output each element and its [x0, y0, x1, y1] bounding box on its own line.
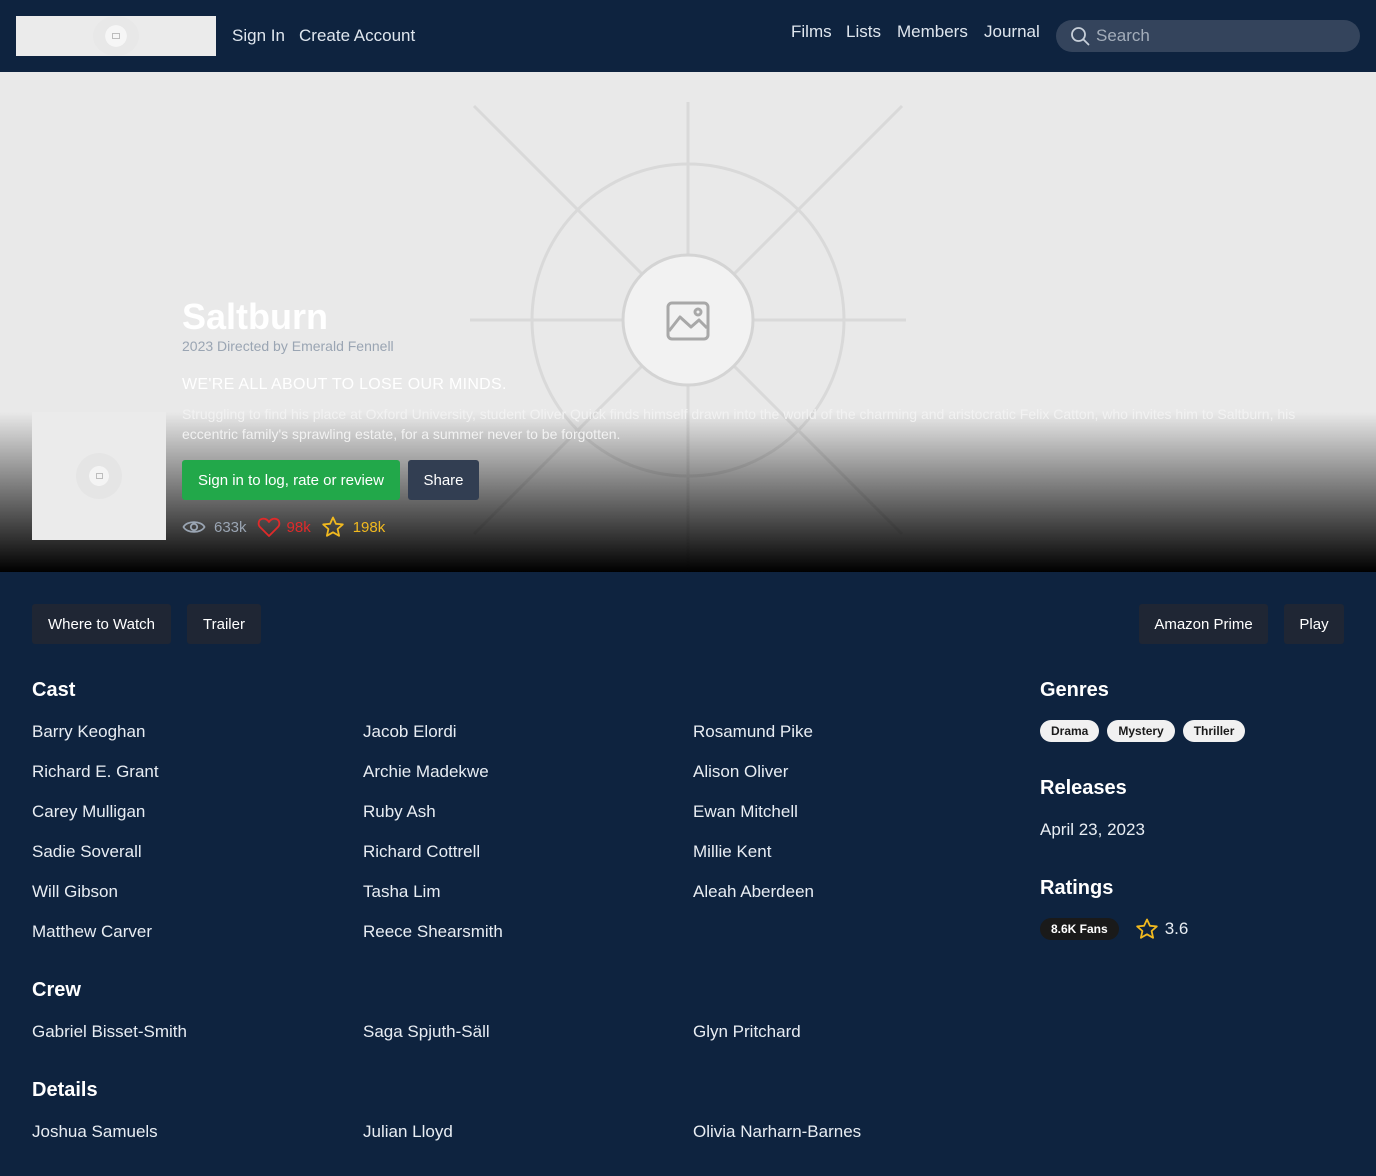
search-input[interactable] — [1096, 26, 1336, 46]
nav-films[interactable]: Films — [791, 22, 832, 42]
film-synopsis: Struggling to find his place at Oxford U… — [182, 406, 1296, 442]
film-poster[interactable] — [32, 412, 166, 540]
site-header: Sign In Create Account Films Lists Membe… — [0, 0, 1376, 72]
sign-in-link[interactable]: Sign In — [232, 26, 285, 46]
likes-count: 98k — [286, 518, 311, 536]
create-account-link[interactable]: Create Account — [299, 26, 415, 46]
cast-member[interactable]: Reece Shearsmith — [363, 922, 503, 942]
lists-count: 198k — [352, 518, 386, 536]
details-item[interactable]: Julian Lloyd — [363, 1122, 453, 1142]
cast-member[interactable]: Carey Mulligan — [32, 802, 145, 822]
cast-member[interactable]: Rosamund Pike — [693, 722, 813, 742]
views-count: 633k — [214, 518, 247, 536]
film-stats: 633k 98k 198k — [182, 516, 385, 538]
details-heading: Details — [32, 1079, 98, 1101]
fans-badge[interactable]: 8.6K Fans — [1040, 918, 1119, 940]
film-byline: 2023 Directed by Emerald Fennell — [182, 338, 394, 354]
ratings-heading: Ratings — [1040, 877, 1114, 899]
release-date: April 23, 2023 — [1040, 820, 1145, 839]
play-button[interactable]: Play — [1284, 604, 1344, 644]
cast-heading: Cast — [32, 679, 76, 701]
ratings-row: 8.6K Fans 3.6 — [1040, 918, 1188, 940]
genre-tag[interactable]: Mystery — [1107, 720, 1175, 742]
eye-icon — [182, 517, 206, 537]
cast-member[interactable]: Tasha Lim — [363, 882, 440, 902]
hero-backdrop: Saltburn 2023 Directed by Emerald Fennel… — [0, 72, 1376, 572]
genre-tag[interactable]: Thriller — [1182, 720, 1246, 742]
cast-member[interactable]: Ewan Mitchell — [693, 802, 798, 822]
details-item[interactable]: Joshua Samuels — [32, 1122, 158, 1142]
genre-list: Drama Mystery Thriller — [1040, 720, 1246, 742]
crew-heading: Crew — [32, 979, 81, 1001]
star-icon — [321, 516, 345, 538]
sign-in-to-log-button[interactable]: Sign in to log, rate or review — [182, 460, 400, 500]
genre-tag[interactable]: Drama — [1040, 720, 1100, 742]
cast-member[interactable]: Matthew Carver — [32, 922, 152, 942]
cast-member[interactable]: Ruby Ash — [363, 802, 436, 822]
trailer-button[interactable]: Trailer — [187, 604, 261, 644]
cast-member[interactable]: Will Gibson — [32, 882, 118, 902]
logo-placeholder-icon — [93, 16, 139, 56]
cast-member[interactable]: Richard Cottrell — [363, 842, 480, 862]
cast-member[interactable]: Sadie Soverall — [32, 842, 142, 862]
nav-lists[interactable]: Lists — [846, 22, 881, 42]
search-icon — [1071, 27, 1090, 46]
cast-member[interactable]: Jacob Elordi — [363, 722, 457, 742]
star-icon — [1135, 918, 1159, 940]
where-to-watch-button[interactable]: Where to Watch — [32, 604, 171, 644]
film-title: Saltburn — [182, 296, 329, 337]
search-box[interactable] — [1056, 20, 1360, 52]
nav-journal[interactable]: Journal — [984, 22, 1040, 42]
cast-member[interactable]: Archie Madekwe — [363, 762, 489, 782]
share-button[interactable]: Share — [408, 460, 479, 500]
film-tagline: WE'RE ALL ABOUT TO LOSE OUR MINDS. — [182, 376, 507, 393]
cast-member[interactable]: Barry Keoghan — [32, 722, 145, 742]
crew-member[interactable]: Glyn Pritchard — [693, 1022, 801, 1042]
cast-member[interactable]: Alison Oliver — [693, 762, 788, 782]
crew-member[interactable]: Gabriel Bisset-Smith — [32, 1022, 187, 1042]
average-rating: 3.6 — [1164, 919, 1189, 938]
amazon-prime-button[interactable]: Amazon Prime — [1139, 604, 1268, 644]
poster-placeholder-icon — [76, 453, 122, 499]
cast-member[interactable]: Aleah Aberdeen — [693, 882, 814, 902]
details-item[interactable]: Olivia Narharn-Barnes — [693, 1122, 861, 1142]
site-logo[interactable] — [16, 16, 216, 56]
cast-member[interactable]: Richard E. Grant — [32, 762, 159, 782]
genres-heading: Genres — [1040, 679, 1109, 701]
cast-member[interactable]: Millie Kent — [693, 842, 771, 862]
releases-heading: Releases — [1040, 777, 1127, 799]
nav-members[interactable]: Members — [897, 22, 968, 42]
crew-member[interactable]: Saga Spjuth-Säll — [363, 1022, 490, 1042]
heart-icon — [257, 516, 281, 538]
